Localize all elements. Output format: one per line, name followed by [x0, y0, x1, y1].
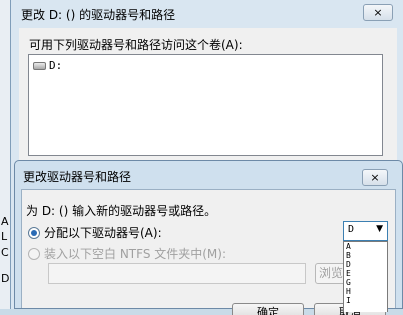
window-title: 更改 D: () 的驱动器号和路径	[21, 8, 176, 22]
drive-item-label: D:	[49, 59, 63, 72]
assign-letter-label: 分配以下驱动器号(A):	[44, 226, 162, 240]
background-char: L	[1, 230, 8, 243]
drive-list-caption: 可用下列驱动器号和路径访问这个卷(A):	[29, 38, 243, 52]
dropdown-option[interactable]: H	[344, 287, 387, 296]
dialog-close-button[interactable]: ×	[362, 169, 388, 186]
drive-path-listbox[interactable]: D:	[28, 54, 383, 156]
mount-folder-radio[interactable]	[28, 247, 40, 260]
dropdown-option[interactable]: D	[344, 260, 387, 269]
background-window-edge: A L C D	[0, 0, 10, 309]
drive-letter-value: D	[348, 224, 355, 235]
dialog-prompt: 为 D: () 输入新的驱动器号或路径。	[26, 204, 217, 218]
edit-drive-letter-dialog: 更改驱动器号和路径 × 为 D: () 输入新的驱动器号或路径。 分配以下驱动器…	[14, 160, 403, 315]
dialog-title: 更改驱动器号和路径	[23, 170, 132, 184]
drive-letter-dropdown[interactable]: A B D E G H I	[343, 241, 388, 312]
drive-letter-select[interactable]: D ▼	[343, 221, 388, 241]
mount-folder-label: 装入以下空白 NTFS 文件夹中(M):	[44, 247, 227, 261]
background-char: A	[1, 215, 9, 228]
dropdown-option[interactable]: A	[344, 242, 387, 251]
dialog-title-bar[interactable]: 更改驱动器号和路径 ×	[15, 161, 402, 187]
chevron-down-icon[interactable]: ▼	[376, 224, 383, 234]
drive-icon	[33, 61, 46, 70]
dropdown-option[interactable]: G	[344, 278, 387, 287]
background-char: D	[1, 272, 10, 285]
dropdown-option[interactable]: I	[344, 296, 387, 305]
dropdown-option[interactable]: E	[344, 269, 387, 278]
dialog-client-area: 为 D: () 输入新的驱动器号或路径。 分配以下驱动器号(A): 装入以下空白…	[21, 189, 396, 315]
ok-button[interactable]: 确定	[232, 303, 304, 315]
dropdown-option[interactable]: B	[344, 251, 387, 260]
assign-letter-radio[interactable]	[28, 226, 40, 239]
assign-letter-option[interactable]: 分配以下驱动器号(A):	[28, 224, 162, 241]
close-button[interactable]: ×	[363, 4, 393, 21]
list-item[interactable]: D:	[33, 59, 62, 72]
background-char: C	[1, 246, 9, 259]
mount-folder-option[interactable]: 装入以下空白 NTFS 文件夹中(M):	[28, 245, 226, 262]
folder-path-input[interactable]	[48, 263, 306, 284]
window-title-bar[interactable]: 更改 D: () 的驱动器号和路径 ×	[11, 0, 403, 26]
